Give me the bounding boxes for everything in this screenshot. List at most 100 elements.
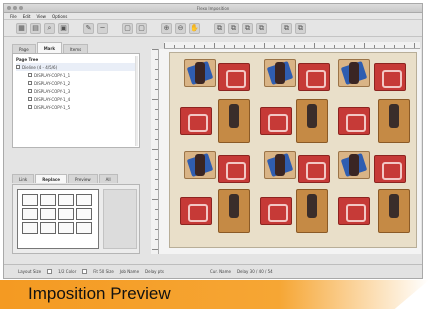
- panel-red[interactable]: [180, 197, 212, 225]
- ruler-tick: [155, 209, 158, 210]
- zoom-in-icon[interactable]: ⊕: [161, 22, 172, 34]
- tab-link[interactable]: Link: [12, 174, 35, 183]
- tree-item[interactable]: DISPLAY-COPY-1_3: [16, 87, 136, 95]
- panel-tall[interactable]: [378, 99, 410, 143]
- tree-item[interactable]: DISPLAY-COPY-1_2: [16, 79, 136, 87]
- ruler-tick: [244, 45, 245, 48]
- panel-tall[interactable]: [218, 189, 250, 233]
- ruler-tick: [414, 43, 415, 48]
- tree-scrollbar[interactable]: [135, 56, 138, 146]
- status-job-name: Job Name: [119, 269, 140, 274]
- status-layout-size: Layout Size: [18, 269, 42, 274]
- checkbox[interactable]: [28, 81, 32, 85]
- tree-header: Page Tree: [16, 57, 39, 62]
- line-icon[interactable]: ─: [97, 22, 108, 34]
- tab-all[interactable]: All: [98, 174, 118, 183]
- ruler-tick: [155, 79, 158, 80]
- menu-bar: File Edit View Options: [4, 13, 422, 20]
- canvas[interactable]: [159, 49, 421, 254]
- ruler-tick: [155, 159, 158, 160]
- fit-toggle[interactable]: [82, 269, 88, 274]
- checkbox[interactable]: [28, 105, 32, 109]
- panel-red[interactable]: [260, 107, 292, 135]
- ruler-tick: [152, 199, 158, 200]
- ruler-tick: [174, 45, 175, 48]
- tree-item[interactable]: DISPLAY-COPY-1_4: [16, 95, 136, 103]
- tab-replace[interactable]: Replace: [35, 174, 68, 183]
- ruler-tick: [374, 45, 375, 48]
- panel-red[interactable]: [180, 107, 212, 135]
- copy2-icon[interactable]: ⧉: [228, 22, 239, 34]
- tab-mark[interactable]: Mark: [36, 42, 62, 53]
- menu-file[interactable]: File: [10, 14, 17, 19]
- ruler-tick: [294, 45, 295, 48]
- panel-tall[interactable]: [218, 99, 250, 143]
- tab-page[interactable]: Page: [12, 44, 36, 53]
- panel-figure[interactable]: [338, 151, 370, 179]
- ruler-tick: [155, 119, 158, 120]
- copy6-icon[interactable]: ⧉: [295, 22, 306, 34]
- copy3-icon[interactable]: ⧉: [242, 22, 253, 34]
- mid-tabs: Link Replace Preview All: [12, 174, 140, 184]
- menu-options[interactable]: Options: [52, 14, 67, 19]
- panel-figure[interactable]: [184, 151, 216, 179]
- hand-icon[interactable]: ✋: [189, 22, 200, 34]
- checkbox[interactable]: [28, 97, 32, 101]
- copy4-icon[interactable]: ⧉: [256, 22, 267, 34]
- tab-preview[interactable]: Preview: [68, 174, 98, 183]
- page2-icon[interactable]: ▢: [136, 22, 147, 34]
- grid2-icon[interactable]: ▤: [30, 22, 41, 34]
- folder-icon: [16, 65, 20, 69]
- grid-icon[interactable]: ▦: [16, 22, 27, 34]
- ruler-tick: [152, 99, 158, 100]
- app-window: Flexo Imposition File Edit View Options …: [3, 3, 423, 279]
- panel-red[interactable]: [298, 63, 330, 91]
- panel-figure[interactable]: [338, 59, 370, 87]
- ruler-tick: [234, 45, 235, 48]
- ruler-tick: [155, 69, 158, 70]
- panel-figure[interactable]: [264, 59, 296, 87]
- panel-red[interactable]: [260, 197, 292, 225]
- press-sheet: [169, 52, 417, 248]
- zoom-out-icon[interactable]: ⊖: [175, 22, 186, 34]
- panel-red[interactable]: [374, 63, 406, 91]
- checkbox[interactable]: [28, 89, 32, 93]
- tree-item[interactable]: DISPLAY-COPY-1_5: [16, 103, 136, 111]
- status-cur-name: Cur. Name: [209, 269, 231, 274]
- panel-red[interactable]: [298, 155, 330, 183]
- zoom-icon[interactable]: ⌕: [44, 22, 55, 34]
- ruler-tick: [155, 139, 158, 140]
- tree-item[interactable]: Dieline (4 - 4/5/6): [16, 63, 136, 71]
- view-icon[interactable]: ▣: [58, 22, 69, 34]
- tree-item[interactable]: DISPLAY-COPY-1_1: [16, 71, 136, 79]
- checkbox[interactable]: [28, 73, 32, 77]
- panel-figure[interactable]: [184, 59, 216, 87]
- panel-red[interactable]: [374, 155, 406, 183]
- status-bar: Layout Size 1/2 Color Fit 50 Size Job Na…: [4, 264, 422, 278]
- tab-items[interactable]: Items: [63, 44, 89, 53]
- panel-figure[interactable]: [264, 151, 296, 179]
- ruler-tick: [155, 219, 158, 220]
- ruler-tick: [214, 43, 215, 48]
- panel-red[interactable]: [218, 63, 250, 91]
- page-icon[interactable]: ▢: [122, 22, 133, 34]
- ruler-tick: [155, 59, 158, 60]
- ruler-tick: [284, 45, 285, 48]
- copy5-icon[interactable]: ⧉: [281, 22, 292, 34]
- layout-thumbnail[interactable]: [17, 189, 99, 249]
- thumbnail-panel: [12, 184, 140, 254]
- color-toggle[interactable]: [47, 269, 53, 274]
- panel-red[interactable]: [218, 155, 250, 183]
- panel-tall[interactable]: [296, 189, 328, 233]
- ruler-tick: [155, 229, 158, 230]
- panel-red[interactable]: [338, 197, 370, 225]
- panel-red[interactable]: [338, 107, 370, 135]
- ruler-tick: [384, 45, 385, 48]
- menu-view[interactable]: View: [36, 14, 46, 19]
- menu-edit[interactable]: Edit: [23, 14, 31, 19]
- top-tabs: Page Mark Items: [12, 42, 140, 53]
- pen-icon[interactable]: ✎: [83, 22, 94, 34]
- panel-tall[interactable]: [296, 99, 328, 143]
- panel-tall[interactable]: [378, 189, 410, 233]
- copy-icon[interactable]: ⧉: [214, 22, 225, 34]
